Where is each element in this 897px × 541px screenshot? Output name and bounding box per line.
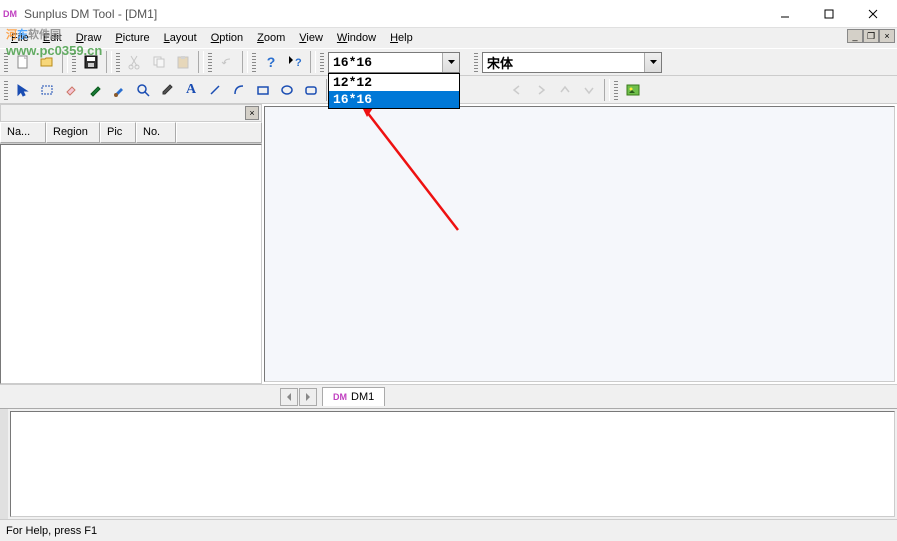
text-tool[interactable]: A: [180, 79, 202, 101]
image-button[interactable]: [622, 79, 644, 101]
doc-tab-label: DM1: [351, 391, 374, 403]
col-name[interactable]: Na...: [0, 122, 46, 143]
menu-window[interactable]: Window: [330, 30, 383, 46]
toolbar-grip[interactable]: [474, 52, 478, 72]
size-option-12[interactable]: 12*12: [329, 74, 459, 91]
mdi-restore-button[interactable]: ❐: [863, 29, 879, 43]
output-body[interactable]: [10, 411, 895, 517]
size-combo[interactable]: 16*16 12*12 16*16: [328, 52, 460, 73]
font-combo[interactable]: 宋体: [482, 52, 662, 73]
nav-forward-button[interactable]: [530, 79, 552, 101]
menu-file[interactable]: File: [4, 30, 36, 46]
eraser-tool[interactable]: [60, 79, 82, 101]
menu-draw[interactable]: Draw: [69, 30, 109, 46]
col-blank: [176, 122, 262, 143]
window-title: Sunplus DM Tool - [DM1]: [24, 7, 763, 21]
open-button[interactable]: [36, 51, 58, 73]
toolbar-grip[interactable]: [4, 80, 8, 100]
maximize-button[interactable]: [807, 1, 851, 27]
new-button[interactable]: [12, 51, 34, 73]
size-dropdown-list: 12*12 16*16: [328, 73, 460, 109]
copy-button[interactable]: [148, 51, 170, 73]
doc-icon: DM: [333, 392, 347, 402]
panel-column-headers: Na... Region Pic No.: [0, 122, 262, 144]
toolbar-grip[interactable]: [208, 52, 212, 72]
mdi-minimize-button[interactable]: _: [847, 29, 863, 43]
rect-tool[interactable]: [252, 79, 274, 101]
side-panel: × Na... Region Pic No.: [0, 104, 262, 384]
undo-button[interactable]: [216, 51, 238, 73]
marquee-tool[interactable]: [36, 79, 58, 101]
toolbar-grip[interactable]: [320, 52, 324, 72]
titlebar: DM Sunplus DM Tool - [DM1]: [0, 0, 897, 28]
menu-help[interactable]: Help: [383, 30, 420, 46]
svg-text:?: ?: [295, 57, 302, 69]
size-option-16[interactable]: 16*16: [329, 91, 459, 108]
font-combo-dropdown-button[interactable]: [644, 53, 661, 72]
nav-back-button[interactable]: [506, 79, 528, 101]
size-combo-value: 16*16: [329, 55, 442, 70]
minimize-button[interactable]: [763, 1, 807, 27]
statusbar: For Help, press F1: [0, 519, 897, 541]
menu-layout[interactable]: Layout: [157, 30, 204, 46]
eyedropper-tool[interactable]: [156, 79, 178, 101]
roundrect-tool[interactable]: [300, 79, 322, 101]
pointer-tool[interactable]: [12, 79, 34, 101]
tab-scroll-right[interactable]: [299, 388, 317, 406]
canvas[interactable]: [264, 106, 895, 382]
status-text: For Help, press F1: [6, 525, 97, 537]
menu-option[interactable]: Option: [204, 30, 250, 46]
workarea: × Na... Region Pic No.: [0, 104, 897, 384]
menu-edit[interactable]: Edit: [36, 30, 69, 46]
help-button[interactable]: ?: [260, 51, 282, 73]
pencil-tool[interactable]: [84, 79, 106, 101]
ellipse-tool[interactable]: [276, 79, 298, 101]
menubar: File Edit Draw Picture Layout Option Zoo…: [0, 28, 897, 48]
doc-tab-dm1[interactable]: DM DM1: [322, 387, 385, 406]
font-combo-value: 宋体: [483, 53, 644, 72]
save-button[interactable]: [80, 51, 102, 73]
brush-tool[interactable]: [108, 79, 130, 101]
col-region[interactable]: Region: [46, 122, 100, 143]
close-button[interactable]: [851, 1, 895, 27]
size-combo-dropdown-button[interactable]: [442, 53, 459, 72]
cut-button[interactable]: [124, 51, 146, 73]
menu-picture[interactable]: Picture: [108, 30, 156, 46]
menu-view[interactable]: View: [292, 30, 330, 46]
menu-zoom[interactable]: Zoom: [250, 30, 292, 46]
nav-up-button[interactable]: [554, 79, 576, 101]
col-pic[interactable]: Pic: [100, 122, 136, 143]
toolbar-grip[interactable]: [116, 52, 120, 72]
tab-scroll-left[interactable]: [280, 388, 298, 406]
output-panel: [0, 408, 897, 519]
toolbar-grip[interactable]: [614, 80, 618, 100]
curve-tool[interactable]: [228, 79, 250, 101]
main-toolbar: ? ? 16*16 12*12 16*16 宋体: [0, 48, 897, 76]
line-tool[interactable]: [204, 79, 226, 101]
nav-down-button[interactable]: [578, 79, 600, 101]
toolbar-grip[interactable]: [72, 52, 76, 72]
zoom-tool[interactable]: [132, 79, 154, 101]
app-icon: DM: [2, 6, 18, 22]
mdi-close-button[interactable]: ×: [879, 29, 895, 43]
panel-splitter[interactable]: [0, 409, 8, 519]
paste-button[interactable]: [172, 51, 194, 73]
toolbar-grip[interactable]: [4, 52, 8, 72]
document-tabs: DM DM1: [0, 384, 897, 408]
panel-list-body[interactable]: [0, 144, 262, 384]
mdi-controls: _ ❐ ×: [847, 29, 895, 43]
col-no[interactable]: No.: [136, 122, 176, 143]
panel-close-button[interactable]: ×: [245, 106, 259, 120]
toolbar-grip[interactable]: [252, 52, 256, 72]
context-help-button[interactable]: ?: [284, 51, 306, 73]
